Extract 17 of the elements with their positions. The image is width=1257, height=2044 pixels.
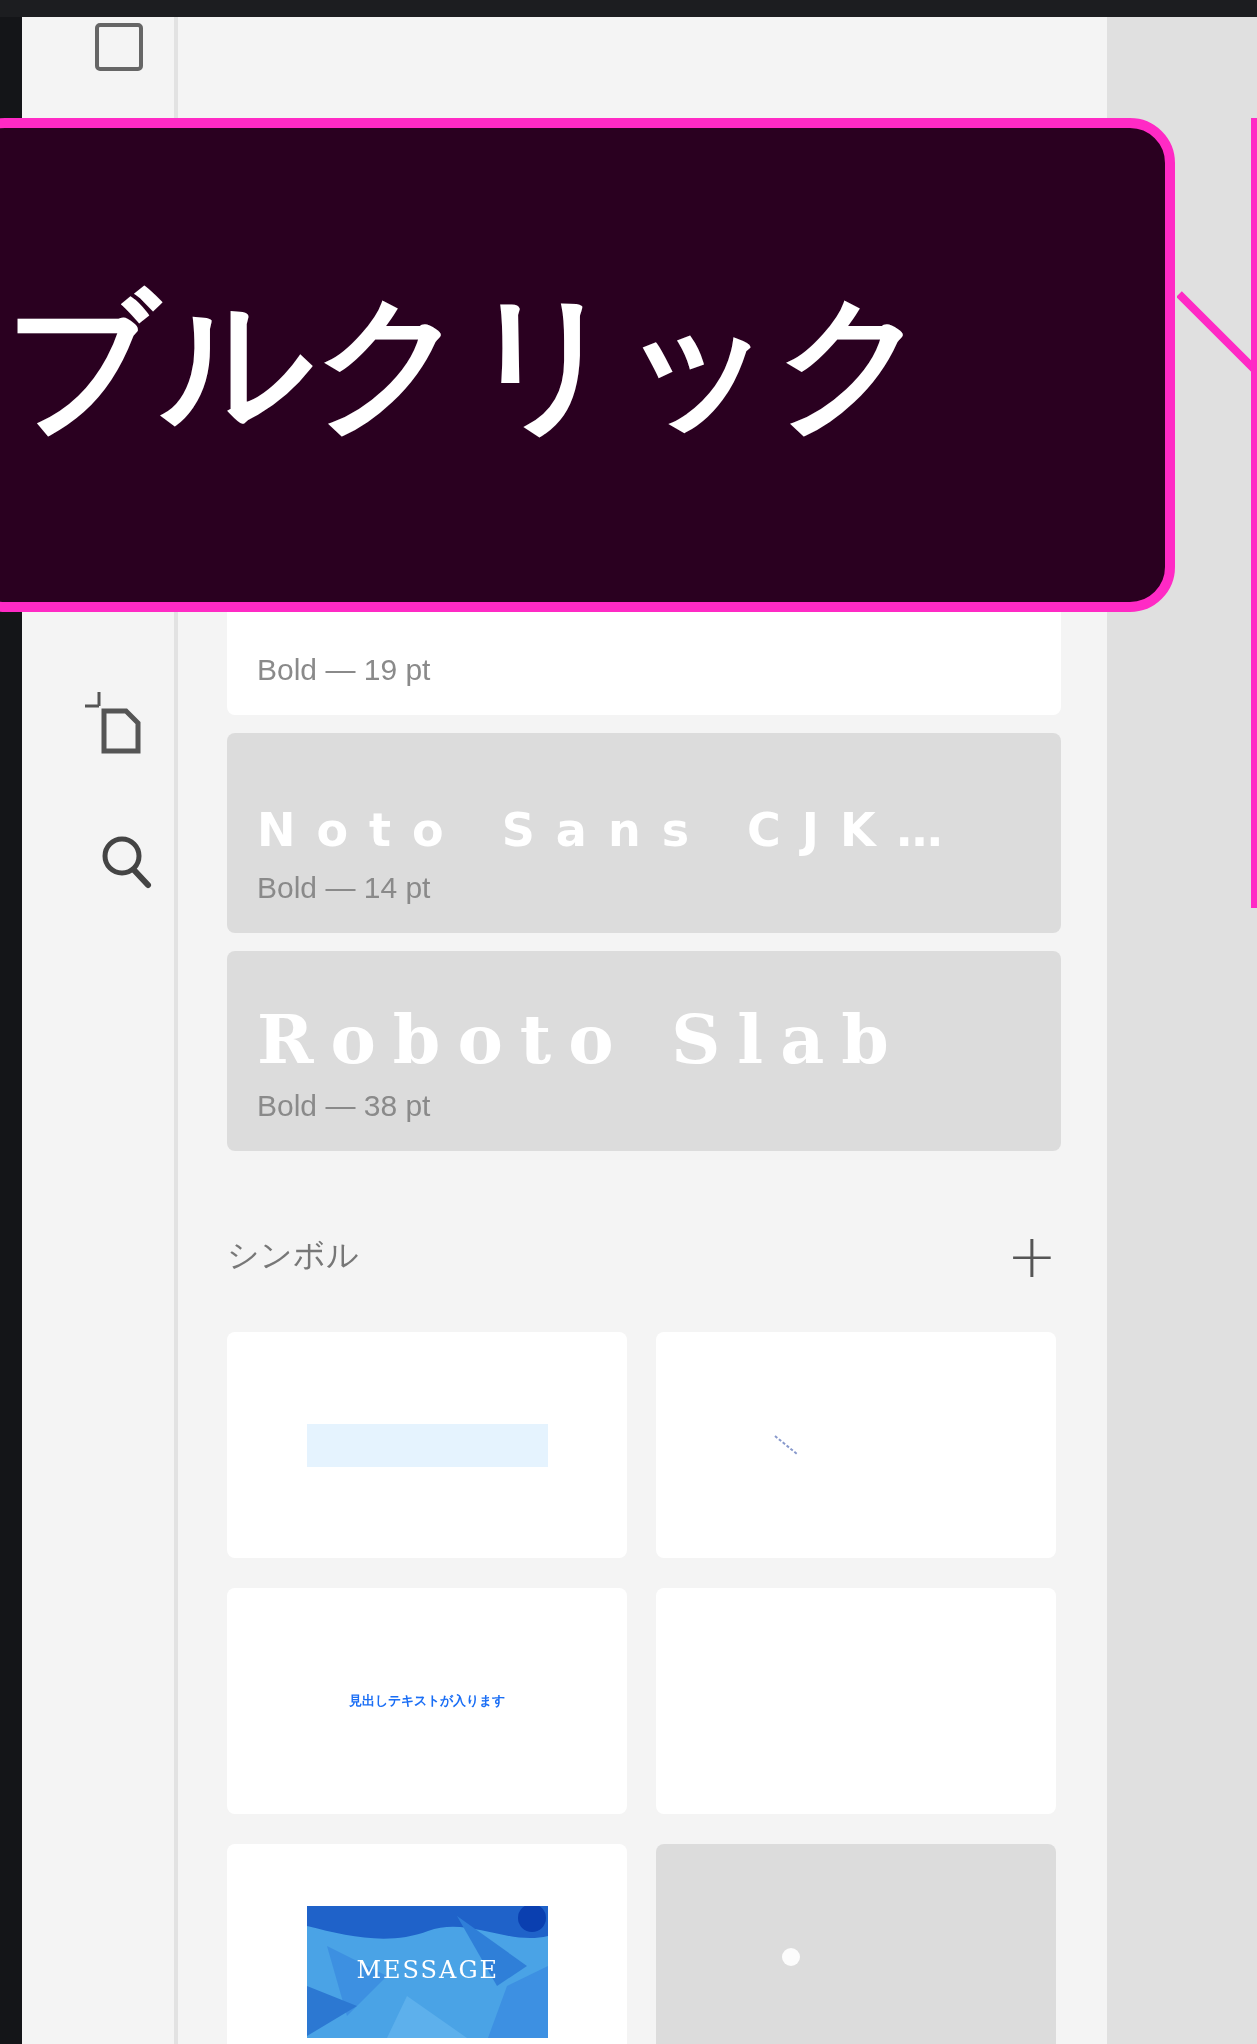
font-detail: Bold — 14 pt xyxy=(257,871,432,905)
symbol-thumbnail[interactable]: MESSAGE xyxy=(227,1844,627,2044)
symbol-thumbnail[interactable] xyxy=(656,1844,1056,2044)
section-title: シンボル xyxy=(227,1236,359,1275)
symbol-thumbnail[interactable] xyxy=(656,1332,1056,1558)
font-detail: Bold — 38 pt xyxy=(257,1089,432,1123)
line-icon xyxy=(773,1434,799,1456)
symbol-thumbnail[interactable] xyxy=(227,1332,627,1558)
circle-icon xyxy=(781,1947,801,1967)
symbol-thumbnail[interactable]: 見出しテキストが入ります xyxy=(227,1588,627,1814)
add-button[interactable]: + xyxy=(1006,1226,1057,1286)
search-icon[interactable] xyxy=(100,834,154,890)
banner-title: MESSAGE xyxy=(356,1956,500,1984)
callout-tooltip: ブルクリック xyxy=(0,118,1175,612)
heading-text: 見出しテキストが入ります xyxy=(349,1692,505,1710)
font-detail: Bold — 19 pt xyxy=(257,653,432,687)
rectangle-icon[interactable] xyxy=(94,22,144,72)
